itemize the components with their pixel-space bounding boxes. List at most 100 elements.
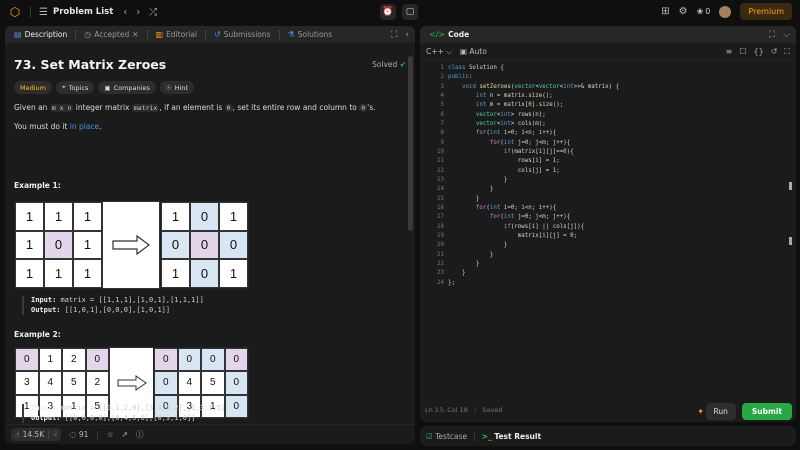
format-icon[interactable]: ≡	[726, 47, 733, 57]
comments-button[interactable]: ◌ 91	[69, 430, 88, 439]
code-line[interactable]: }	[448, 176, 619, 185]
code-line[interactable]: if(matrix[i][j]==0){	[448, 148, 619, 157]
collapse-left-icon[interactable]: ‹	[405, 30, 409, 40]
difficulty-badge: Medium	[14, 81, 52, 94]
code-line[interactable]: vector<int> cols(m);	[448, 120, 619, 129]
streak-count: 0	[705, 7, 711, 16]
code-line[interactable]: rows[i] = 1;	[448, 157, 619, 166]
line-number: 12	[437, 167, 444, 174]
statement-text: You must do it	[14, 122, 70, 131]
submit-button[interactable]: Submit	[741, 403, 792, 420]
line-number: 5	[440, 102, 445, 109]
tab-accepted[interactable]: ◷ Accepted ✕	[81, 30, 141, 39]
notes-icon[interactable]: ▢	[402, 4, 418, 20]
in-place-link[interactable]: in place	[70, 122, 99, 131]
run-button[interactable]: Run	[705, 403, 736, 420]
matrix-cell: 0	[219, 230, 248, 260]
auto-mode[interactable]: ▣ Auto	[460, 47, 487, 56]
list-icon[interactable]: ☰	[39, 7, 48, 18]
code-line[interactable]: for(int i=0; i<n; i++){	[448, 129, 619, 138]
tab-description[interactable]: ▤ Description	[11, 30, 70, 39]
share-icon[interactable]: ↗	[122, 430, 128, 439]
maximize-icon[interactable]: ⛶	[391, 30, 397, 40]
tab-solutions[interactable]: ⚗ Solutions	[285, 30, 336, 39]
description-panel: ▤ Description ◷ Accepted ✕ ▥ Editorial ↺…	[5, 26, 415, 444]
collapse-icon[interactable]: ⌵	[783, 30, 790, 40]
close-tab-icon[interactable]: ✕	[132, 30, 138, 39]
tag-icon: ⌖	[62, 83, 66, 91]
code-line[interactable]: }	[448, 251, 619, 260]
topics-chip[interactable]: ⌖ Topics	[56, 81, 95, 94]
premium-button[interactable]: Premium	[740, 3, 792, 20]
example-1-input-matrix: 111101111	[14, 201, 103, 289]
leetcode-logo-icon[interactable]: ⬡	[8, 5, 22, 19]
problem-title[interactable]: 73. Set Matrix Zeroes	[14, 57, 166, 72]
maximize-icon[interactable]: ⛶	[769, 30, 775, 40]
matrix-cell: 1	[219, 202, 248, 231]
code-editor[interactable]: 1 2 3 4 5 6 7 8 9 10 11 12 13 14 15 16 17 18 19 20 21 22 23 24 …	[420, 62, 796, 398]
code-line[interactable]: }	[448, 260, 619, 269]
language-select[interactable]: C++ ⌵	[426, 47, 452, 57]
star-icon[interactable]: ☆	[107, 430, 114, 439]
code-line[interactable]: }	[448, 269, 619, 278]
tab-separator	[205, 30, 207, 39]
fullscreen-icon[interactable]: ⛶	[784, 47, 790, 57]
matrix-cell: 0	[44, 230, 73, 260]
tab-submissions[interactable]: ↺ Submissions	[211, 30, 274, 39]
like-button[interactable]: ☝ 14.5K | ☟	[11, 428, 62, 441]
prev-problem-icon[interactable]: ‹	[123, 7, 127, 18]
code-line[interactable]: int m = matrix[0].size();	[448, 101, 619, 110]
bookmark-icon[interactable]: ☐	[739, 47, 746, 57]
code-line[interactable]: for(int j=0; j<m; j++){	[448, 139, 619, 148]
code-line[interactable]: for(int i=0; i<n; i++){	[448, 204, 619, 213]
matrix-cell: 0	[224, 371, 248, 395]
example-2-io: Input: matrix = [[0,1,2,0],[3,4,5,2],[1,…	[22, 404, 229, 423]
companies-chip[interactable]: ▣ Companies	[98, 81, 156, 94]
lock-icon: ▣	[459, 47, 467, 56]
streak-counter[interactable]: ❀ 0	[697, 7, 711, 16]
right-arrow-icon	[112, 234, 150, 256]
inline-code: m x n	[49, 104, 74, 112]
code-line[interactable]: if(rows[i] || cols[j]){	[448, 223, 619, 232]
example-2-input-line: Input: matrix = [[0,1,2,0],[3,4,5,2],[1,…	[31, 404, 229, 414]
code-line[interactable]: };	[448, 279, 619, 288]
problem-list-link[interactable]: Problem List	[53, 7, 113, 17]
tab-code[interactable]: </> Code	[426, 30, 472, 39]
line-number: 23	[437, 270, 444, 277]
tab-testcase[interactable]: ☑ Testcase	[426, 432, 467, 441]
test-panel: ☑ Testcase | >_ Test Result	[420, 426, 796, 446]
thumbs-down-icon[interactable]: ☟	[53, 430, 58, 439]
comment-icon: ◌	[69, 430, 76, 439]
code-line[interactable]: }	[448, 241, 619, 250]
code-line[interactable]: public:	[448, 73, 619, 82]
code-line[interactable]: for(int j=0; j<m; j++){	[448, 213, 619, 222]
code-line[interactable]: }	[448, 185, 619, 194]
reset-icon[interactable]: ↺	[771, 47, 778, 57]
code-line[interactable]: class Solution {	[448, 64, 619, 73]
tab-editorial[interactable]: ▥ Editorial	[153, 30, 201, 39]
title-row: 73. Set Matrix Zeroes Solved ✔	[14, 49, 406, 72]
code-line[interactable]: }	[448, 195, 619, 204]
magic-wand-icon[interactable]: ✦	[697, 407, 704, 416]
topics-label: Topics	[68, 83, 89, 92]
help-icon[interactable]: ⓘ	[136, 429, 144, 440]
input-value: matrix = [[0,1,2,0],[3,4,5,2],[1,3,1,5]]	[56, 404, 230, 412]
code-line[interactable]: int n = matrix.size();	[448, 92, 619, 101]
user-avatar[interactable]	[719, 5, 732, 18]
braces-icon[interactable]: {}	[754, 47, 764, 57]
next-problem-icon[interactable]: ›	[136, 7, 140, 18]
tab-test-result[interactable]: >_ Test Result	[482, 432, 541, 441]
hint-chip[interactable]: ☉ Hint	[159, 81, 195, 94]
code-line[interactable]: vector<int> rows(n);	[448, 111, 619, 120]
shuffle-icon[interactable]: ⤮	[149, 7, 157, 18]
code-line[interactable]: void setZeroes(vector<vector<int>>& matr…	[448, 83, 619, 92]
line-number: 8	[440, 130, 445, 137]
problem-statement: Given an m x n integer matrix matrix, if…	[14, 103, 406, 113]
layout-icon[interactable]: ⊞	[661, 6, 669, 17]
code-line[interactable]: matrix[i][j] = 0;	[448, 232, 619, 241]
timer-icon[interactable]: ⏰	[380, 4, 396, 20]
code-content[interactable]: class Solution {public: void setZeroes(v…	[448, 64, 619, 288]
settings-gear-icon[interactable]: ⚙	[679, 6, 688, 17]
code-line[interactable]: cols[j] = 1;	[448, 167, 619, 176]
description-scrollbar[interactable]	[408, 56, 413, 231]
